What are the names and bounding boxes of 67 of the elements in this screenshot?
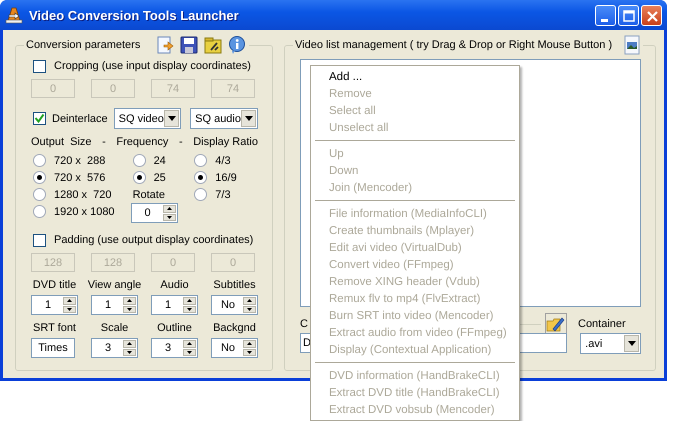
cropping-label: Cropping (use input display coordinates) [54,60,251,72]
caret-icon [628,341,636,346]
output-size-radio[interactable]: 720 x 576 [31,169,131,186]
caret-icon [168,116,176,121]
column-header: Output Size [31,136,92,148]
output-size-radio[interactable]: 720 x 288 [31,152,131,169]
container-label: Container [578,318,627,330]
frequency-radio[interactable]: 25 [130,169,192,186]
display-ratio-radio[interactable]: 7/3 [192,186,258,203]
caret-icon [244,116,252,121]
display-ratio-radio[interactable]: 4/3 [192,152,258,169]
display-ratio-radio[interactable]: 16/9 [192,169,258,186]
group-title: Conversion parameters [26,39,140,51]
font-field[interactable]: Times [31,338,75,358]
setting-spinner[interactable]: 3 [151,338,198,358]
column-header: - [178,136,183,148]
setting-label: View angle [88,278,142,292]
setting-label: Subtitles [213,278,256,292]
output-size-radio[interactable]: 1920 x 1080 [31,203,131,220]
group-title: Video list management ( try Drag & Drop or Right Mouse Button ) [295,39,612,51]
video-quality-select[interactable]: SQ video [114,108,182,129]
cropping-checkbox[interactable] [33,60,46,72]
crop-field[interactable]: 74 [151,79,195,98]
setting-label: SRT font [32,320,76,336]
setting-spinner[interactable]: 1 [151,295,198,315]
column-header: - [102,136,106,148]
padding-field[interactable]: 128 [91,253,135,272]
audio-quality-select[interactable]: SQ audio [190,108,258,129]
output-label: C [300,318,309,330]
deinterlace-label: Deinterlace [52,112,108,124]
setting-label: Scale [100,320,128,336]
rotate-label: Rotate [132,188,166,202]
crop-field[interactable]: 0 [91,79,135,98]
crop-field[interactable]: 0 [31,79,75,98]
setting-spinner[interactable]: 1 [31,295,78,315]
maximize-button[interactable] [618,4,639,26]
folder-pencil-icon[interactable] [545,313,567,335]
window-title: Video Conversion Tools Launcher [29,8,240,22]
setting-spinner[interactable]: No [211,338,258,358]
picture-document-icon[interactable] [623,35,641,55]
output-size-radio[interactable]: 1280 x 720 [31,186,131,203]
container-select[interactable]: .avi [580,333,641,354]
setting-label: Audio [160,278,189,292]
padding-field[interactable]: 0 [151,253,195,272]
cone-icon [5,6,23,24]
setting-spinner[interactable]: 1 [91,295,138,315]
crop-field[interactable]: 74 [211,79,255,98]
setting-spinner[interactable]: 3 [91,338,138,358]
menu-item[interactable]: Add ... [313,68,517,85]
deinterlace-checkbox[interactable] [33,112,46,125]
frequency-radio[interactable]: 24 [130,152,192,169]
minimize-button[interactable] [595,4,616,26]
padding-field[interactable]: 128 [31,253,75,272]
toolbox-icon[interactable] [203,35,224,55]
setting-label: Backgnd [213,320,256,336]
close-button[interactable] [641,4,662,26]
padding-field[interactable]: 0 [211,253,255,272]
setting-label: DVD title [32,278,76,292]
setting-label: Outline [157,320,192,336]
rotate-spinner[interactable]: 0 [130,203,178,223]
padding-checkbox[interactable] [33,234,46,246]
column-header: Display Ratio [193,136,258,148]
padding-label: Padding (use output display coordinates) [54,234,254,246]
minimize-icon [601,18,608,22]
setting-spinner[interactable]: No [211,295,258,315]
info-icon[interactable] [227,35,248,55]
column-header: Frequency [116,136,168,148]
